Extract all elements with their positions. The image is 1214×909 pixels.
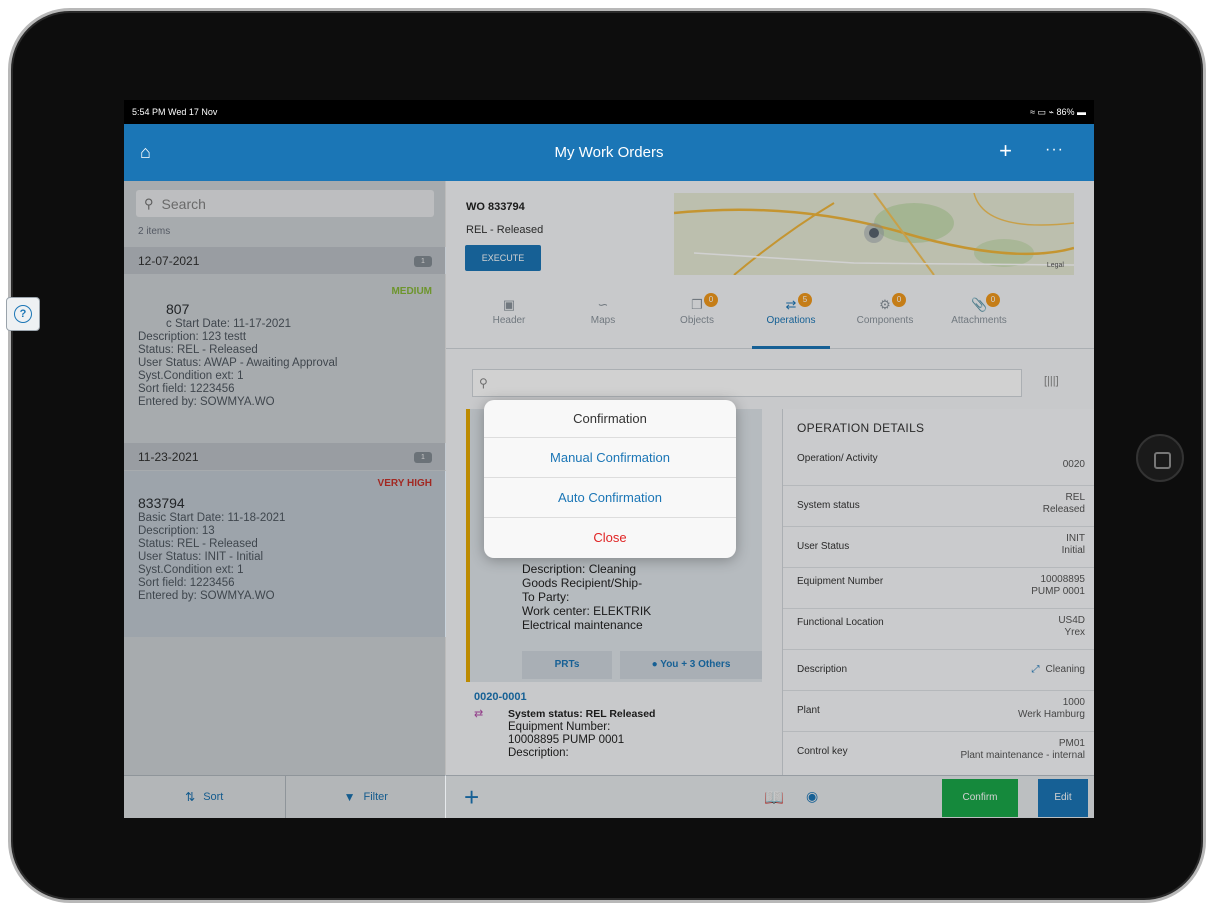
status-bar: 5:54 PM Wed 17 Nov ≈ ▭ ⌁ 86% ▬: [124, 100, 1094, 124]
confirmation-popover: Confirmation Manual Confirmation Auto Co…: [484, 400, 736, 558]
add-icon[interactable]: +: [999, 138, 1012, 164]
work-order-list: ⚲ Search 2 items 12-07-2021 1 MEDIUM 807…: [124, 181, 446, 818]
app-bar: ⌂ My Work Orders + ···: [124, 124, 1094, 181]
close-option[interactable]: Close: [484, 518, 736, 558]
help-button[interactable]: ?: [6, 297, 40, 331]
auto-confirmation-option[interactable]: Auto Confirmation: [484, 478, 736, 518]
popover-title: Confirmation: [484, 400, 736, 438]
status-time-date: 5:54 PM Wed 17 Nov: [132, 107, 218, 117]
app-title: My Work Orders: [554, 144, 664, 161]
more-icon[interactable]: ···: [1045, 141, 1064, 159]
help-icon: ?: [14, 305, 32, 323]
manual-confirmation-option[interactable]: Manual Confirmation: [484, 438, 736, 478]
device-home-button[interactable]: [1136, 434, 1184, 482]
status-indicators: ≈ ▭ ⌁ 86% ▬: [1030, 106, 1086, 117]
modal-dim-overlay: [124, 181, 445, 818]
